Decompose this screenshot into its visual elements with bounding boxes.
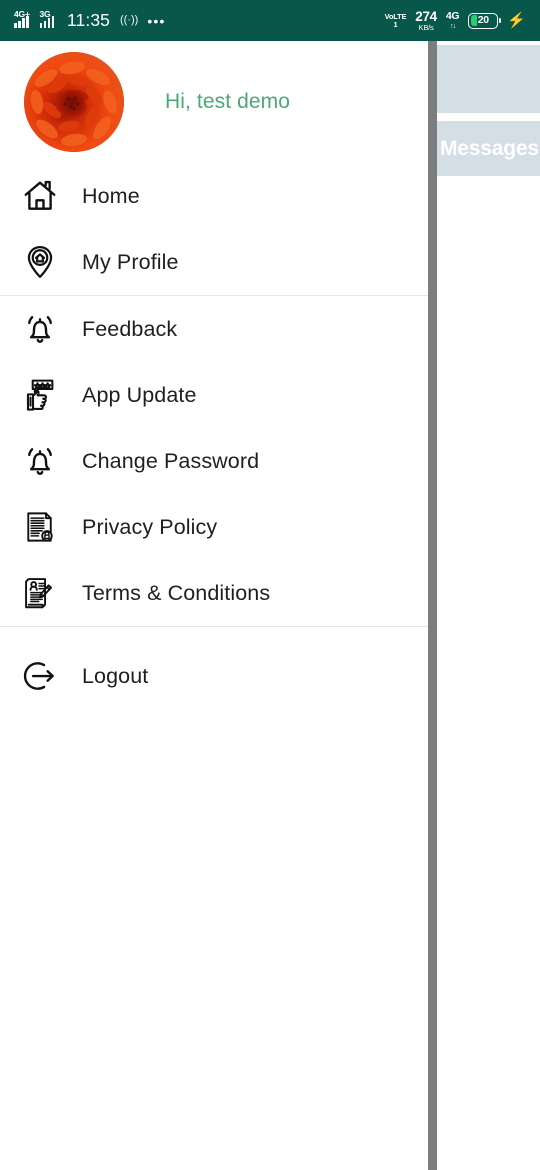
sim1-network-label: 4G+ [14, 9, 30, 19]
sim1-signal-icon: 4G+ [14, 9, 33, 28]
network-speed-value: 274 [415, 8, 437, 24]
background-card-top [432, 45, 540, 113]
menu-label-feedback: Feedback [82, 316, 178, 341]
user-avatar-flower[interactable] [24, 52, 124, 152]
battery-fill [470, 14, 477, 27]
contract-pen-icon [17, 574, 63, 612]
house-icon [17, 177, 63, 215]
more-dots-icon: ••• [147, 12, 166, 29]
status-bar-clock: 11:35 [67, 9, 110, 30]
menu-item-logout[interactable]: Logout [0, 643, 428, 709]
greeting-text: Hi, test demo [165, 90, 291, 113]
menu-label-app-update: App Update [82, 382, 197, 407]
status-bar-right: VoLTE 1 274 KB/s 4G ↑↓ 20 ⚡ [384, 8, 526, 32]
sim2-network-label: 3G [39, 9, 51, 19]
sim2-signal-icon: 3G [39, 9, 59, 28]
volte-icon: VoLTE 1 [384, 11, 407, 29]
status-bar: 4G+ 3G 11:35 ((·)) ••• VoLTE 1 274 KB/s 4… [0, 0, 540, 41]
document-lock-icon [17, 508, 63, 546]
menu-label-my-profile: My Profile [82, 249, 179, 274]
menu-label-privacy-policy: Privacy Policy [82, 514, 218, 539]
battery-icon: 20 [468, 12, 501, 29]
menu-label-change-password: Change Password [82, 448, 260, 473]
menu-label-terms-conditions: Terms & Conditions [82, 580, 271, 605]
data-network-icon: 4G ↑↓ [445, 10, 460, 30]
drawer-spacer [0, 627, 428, 643]
logout-arrow-icon [17, 657, 63, 695]
network-speed-indicator: 274 KB/s [415, 8, 437, 32]
data-arrows-icon: ↑↓ [450, 22, 456, 30]
menu-label-logout: Logout [82, 663, 149, 688]
phone-screen: 4G+ 3G 11:35 ((·)) ••• VoLTE 1 274 KB/s 4… [0, 0, 540, 1170]
menu-item-home[interactable]: Home [0, 163, 428, 229]
bell-ringing-icon [17, 442, 63, 480]
drawer-menu-group-secondary: Feedback App Update Change Password Priv… [0, 296, 428, 626]
map-pin-house-icon [17, 243, 63, 281]
charging-bolt-icon: ⚡ [507, 12, 526, 29]
messages-card-label: Messages [440, 136, 539, 160]
hotspot-icon: ((·)) [120, 14, 139, 26]
messages-card[interactable]: Messages [432, 121, 540, 176]
bell-ringing-icon [17, 310, 63, 348]
drawer-edge-handle[interactable] [428, 41, 437, 1170]
menu-item-my-profile[interactable]: My Profile [0, 229, 428, 295]
thumbs-up-rating-icon [17, 376, 63, 414]
drawer-menu-group-primary: Home My Profile [0, 163, 428, 295]
drawer-profile-header[interactable]: Hi, test demo [0, 41, 428, 163]
menu-item-privacy-policy[interactable]: Privacy Policy [0, 494, 428, 560]
status-bar-left: 4G+ 3G 11:35 ((·)) ••• [14, 9, 166, 30]
drawer-menu-group-account: Logout [0, 643, 428, 709]
network-speed-unit: KB/s [418, 23, 434, 32]
menu-item-feedback[interactable]: Feedback [0, 296, 428, 362]
menu-label-home: Home [82, 183, 140, 208]
menu-item-terms-conditions[interactable]: Terms & Conditions [0, 560, 428, 626]
menu-item-change-password[interactable]: Change Password [0, 428, 428, 494]
menu-item-app-update[interactable]: App Update [0, 362, 428, 428]
battery-percent-label: 20 [477, 14, 489, 26]
navigation-drawer: Hi, test demo Home My Profile Feedback A… [0, 41, 428, 1170]
data-network-label: 4G [445, 10, 460, 23]
